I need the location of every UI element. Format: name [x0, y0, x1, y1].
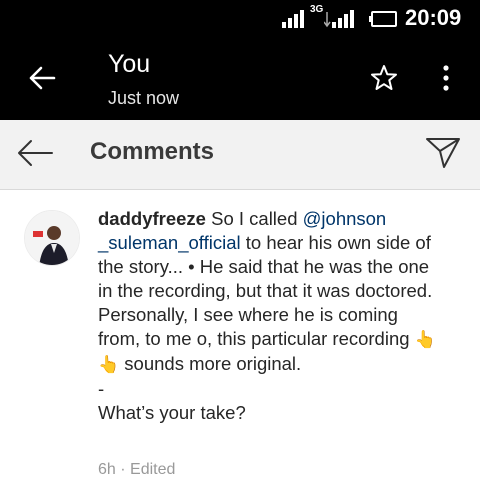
comment-meta: 6h · Edited [98, 461, 175, 479]
comment-separator: - [98, 378, 105, 399]
comment-time: 6h [98, 461, 116, 478]
comment-segment: So I called [205, 208, 303, 229]
back-arrow-icon[interactable] [28, 64, 56, 92]
comment-text: daddyfreeze So I called @johnson _sulema… [98, 207, 438, 425]
signal-icon [324, 10, 354, 28]
comments-header: Comments [0, 120, 480, 190]
top-app-bar: You Just now [0, 36, 480, 120]
profile-photo [25, 211, 79, 265]
network-type-label: 3G [310, 4, 324, 15]
send-icon[interactable] [424, 136, 462, 170]
meta-separator: · [115, 461, 131, 478]
comment-question: What’s your take? [98, 402, 246, 423]
status-bar: 3G 20:09 [0, 0, 480, 36]
comment-username[interactable]: daddyfreeze [98, 208, 206, 229]
comments-title: Comments [90, 138, 215, 165]
more-vert-icon[interactable] [436, 64, 456, 92]
edited-label: Edited [130, 461, 176, 478]
comment-segment: sounds more original. [119, 353, 302, 374]
avatar[interactable] [24, 210, 80, 266]
app-bar-title: You [108, 50, 151, 78]
clock: 20:09 [405, 5, 462, 30]
signal-icon [282, 10, 304, 28]
back-arrow-icon[interactable] [16, 138, 54, 168]
app-bar-subtitle: Just now [108, 88, 180, 108]
star-icon[interactable] [370, 64, 398, 92]
screen: 3G 20:09 You Just now Comments daddyfree… [0, 0, 480, 487]
battery-icon [369, 11, 397, 27]
